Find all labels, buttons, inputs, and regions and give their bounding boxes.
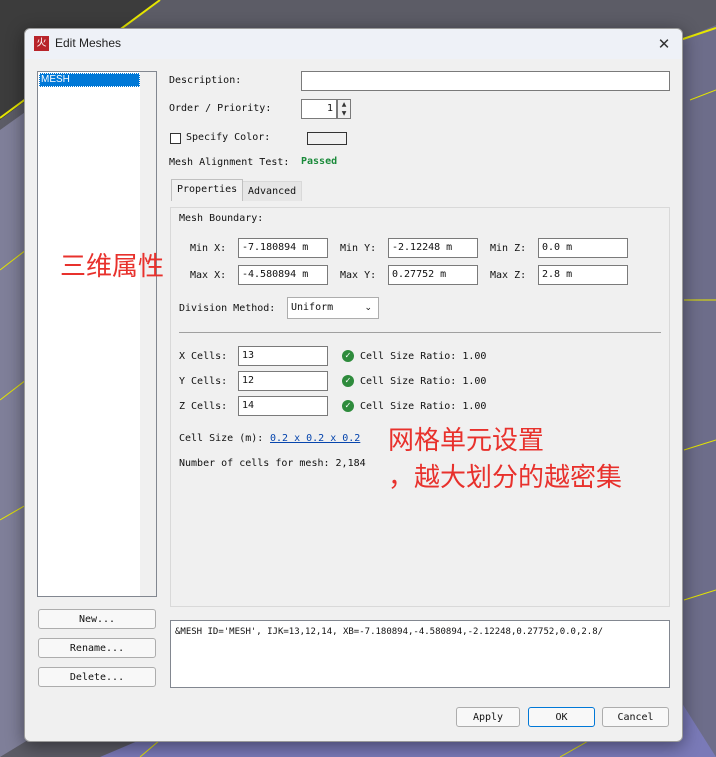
check-circle-icon: ✓ [342, 375, 354, 387]
stepper-up-icon[interactable]: ▲ [338, 100, 350, 109]
mesh-alignment-status: Passed [301, 156, 338, 167]
division-method-value: Uniform [291, 302, 334, 313]
description-input[interactable] [301, 71, 670, 91]
cell-count-text: Number of cells for mesh: 2,184 [179, 458, 366, 469]
max-z-label: Max Z: [490, 270, 527, 281]
edit-meshes-dialog: 火 Edit Meshes ✕ MESH New... Rename... De… [24, 28, 683, 742]
annotation-3d-properties: 三维属性 [60, 252, 165, 282]
annotation-mesh-cells-line1: 网格单元设置 [388, 426, 545, 456]
division-method-select[interactable]: Uniform ⌄ [287, 297, 379, 319]
delete-button[interactable]: Delete... [38, 667, 156, 687]
cell-size-link[interactable]: 0.2 x 0.2 x 0.2 [270, 433, 360, 444]
max-z-input[interactable]: 2.8 m [538, 265, 628, 285]
cell-size-label: Cell Size (m): [179, 433, 264, 444]
max-y-input[interactable]: 0.27752 m [388, 265, 478, 285]
mesh-boundary-heading: Mesh Boundary: [179, 213, 264, 224]
min-z-input[interactable]: 0.0 m [538, 238, 628, 258]
mesh-list[interactable]: MESH [37, 71, 157, 597]
mesh-alignment-label: Mesh Alignment Test: [169, 157, 290, 168]
x-cells-label: X Cells: [179, 351, 228, 362]
check-circle-icon: ✓ [342, 350, 354, 362]
title-bar: 火 Edit Meshes ✕ [25, 29, 682, 59]
rename-button[interactable]: Rename... [38, 638, 156, 658]
divider [179, 332, 661, 333]
min-x-input[interactable]: -7.180894 m [238, 238, 328, 258]
z-cell-size-ratio: Cell Size Ratio: 1.00 [360, 401, 487, 412]
new-button[interactable]: New... [38, 609, 156, 629]
y-cell-size-ratio: Cell Size Ratio: 1.00 [360, 376, 487, 387]
max-x-input[interactable]: -4.580894 m [238, 265, 328, 285]
min-x-label: Min X: [190, 243, 227, 254]
mesh-list-scrollbar[interactable] [140, 72, 156, 596]
annotation-mesh-cells-line2: ，越大划分的越密集 [388, 463, 623, 493]
order-priority-input[interactable]: 1 [301, 99, 337, 119]
x-cells-input[interactable]: 13 [238, 346, 328, 366]
max-y-label: Max Y: [340, 270, 377, 281]
chevron-down-icon: ⌄ [364, 303, 372, 313]
color-swatch-button[interactable] [307, 132, 347, 145]
close-icon[interactable]: ✕ [652, 33, 676, 55]
properties-panel: Mesh Boundary: Min X: -7.180894 m Min Y:… [170, 207, 670, 607]
cancel-button[interactable]: Cancel [602, 707, 669, 727]
description-label: Description: [169, 75, 242, 86]
y-cells-label: Y Cells: [179, 376, 228, 387]
division-method-label: Division Method: [179, 303, 276, 314]
max-x-label: Max X: [190, 270, 227, 281]
apply-button[interactable]: Apply [456, 707, 520, 727]
window-title: Edit Meshes [55, 36, 122, 50]
z-cells-label: Z Cells: [179, 401, 228, 412]
check-circle-icon: ✓ [342, 400, 354, 412]
tab-advanced[interactable]: Advanced [242, 181, 303, 201]
x-cell-size-ratio: Cell Size Ratio: 1.00 [360, 351, 487, 362]
specify-color-label: Specify Color: [186, 132, 271, 143]
y-cells-input[interactable]: 12 [238, 371, 328, 391]
order-priority-label: Order / Priority: [169, 103, 272, 114]
order-priority-stepper[interactable]: ▲ ▼ [337, 99, 351, 119]
z-cells-input[interactable]: 14 [238, 396, 328, 416]
ok-button[interactable]: OK [528, 707, 595, 727]
min-z-label: Min Z: [490, 243, 527, 254]
tab-properties[interactable]: Properties [171, 179, 244, 201]
min-y-label: Min Y: [340, 243, 377, 254]
min-y-input[interactable]: -2.12248 m [388, 238, 478, 258]
mesh-list-item[interactable]: MESH [39, 73, 140, 87]
stepper-down-icon[interactable]: ▼ [338, 109, 350, 118]
fds-output-text[interactable]: &MESH ID='MESH', IJK=13,12,14, XB=-7.180… [170, 620, 670, 688]
app-logo-icon: 火 [34, 36, 49, 51]
specify-color-checkbox[interactable] [170, 133, 181, 144]
